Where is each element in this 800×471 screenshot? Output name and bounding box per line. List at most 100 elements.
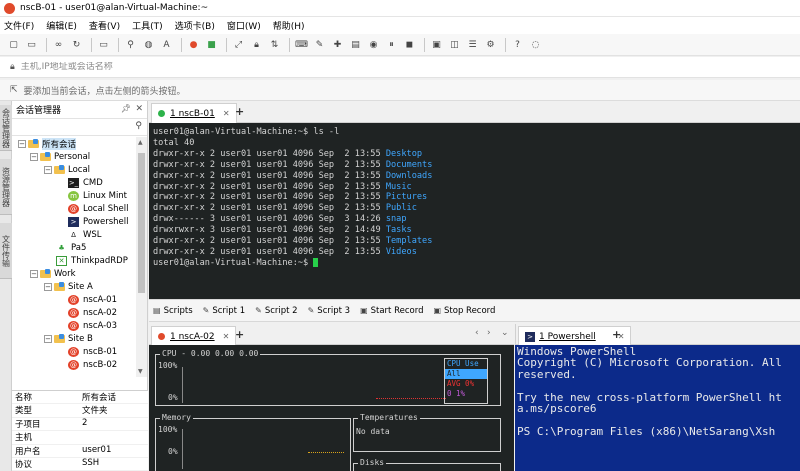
button-label: Scripts — [163, 305, 193, 316]
host-address-input[interactable] — [20, 62, 621, 72]
lock-icon[interactable]: 🔒︎ — [249, 37, 264, 52]
pin-icon[interactable]: 📌︎ — [121, 104, 131, 113]
refresh-icon[interactable]: ↻ — [69, 37, 84, 52]
collapse-icon[interactable]: − — [44, 334, 52, 343]
close-tab-icon[interactable]: ✕ — [223, 109, 230, 118]
tab-nscb-01[interactable]: 1 nscB-01 ✕ — [151, 103, 237, 123]
collapse-icon[interactable]: − — [44, 282, 52, 291]
script-icon: ▤ — [153, 306, 161, 315]
script-1-button[interactable]: ✎ Script 1 — [203, 306, 245, 316]
list-icon[interactable]: ☰ — [465, 37, 480, 52]
scripts-button[interactable]: ▤ Scripts — [153, 306, 193, 316]
xftp-icon[interactable]: ■ — [204, 37, 219, 52]
record-icon[interactable]: ◉ — [366, 37, 381, 52]
globe-icon[interactable]: ◍ — [141, 37, 156, 52]
collapse-icon[interactable]: − — [18, 139, 26, 148]
tree-item-local-shell[interactable]: @ Local Shell — [12, 202, 136, 215]
settings-icon[interactable]: ⚙ — [483, 37, 498, 52]
xshell-icon[interactable]: ● — [186, 37, 201, 52]
tree-item-cmd[interactable]: >_ CMD — [12, 176, 136, 189]
new-session-icon[interactable]: ▢ — [6, 37, 21, 52]
screen-icon[interactable]: ▭ — [96, 37, 111, 52]
script-3-button[interactable]: ✎ Script 3 — [308, 306, 350, 316]
stop-icon[interactable]: ◼ — [402, 37, 417, 52]
script-2-button[interactable]: ✎ Script 2 — [255, 306, 297, 316]
add-session-icon[interactable]: ⇱ — [10, 85, 18, 95]
property-key: 主机 — [15, 433, 33, 444]
transfer-icon[interactable]: ⇅ — [267, 37, 282, 52]
collapse-icon[interactable]: − — [30, 152, 38, 161]
close-tab-icon[interactable]: ✕ — [223, 332, 230, 341]
tree-item-linux-mint[interactable]: m Linux Mint — [12, 189, 136, 202]
tree-scrollbar[interactable]: ▲ ▼ — [136, 137, 147, 377]
font-icon[interactable]: A — [159, 37, 174, 52]
tree-item-work[interactable]: − Work — [12, 267, 136, 280]
menu-help[interactable]: 帮助(H) — [273, 19, 305, 32]
folder-icon — [54, 281, 65, 291]
scroll-down-icon[interactable]: ▼ — [138, 368, 143, 375]
sidetab-file-transfer[interactable]: 文件传输 — [0, 223, 12, 279]
sidetab-session-manager[interactable]: 会话管理器 — [0, 105, 12, 151]
scrollbar-thumb[interactable] — [138, 153, 145, 293]
search-icon[interactable]: ⚲ — [135, 121, 142, 131]
script-icon[interactable]: ▤ — [348, 37, 363, 52]
scroll-up-icon[interactable]: ▲ — [138, 139, 143, 146]
menu-window[interactable]: 窗口(W) — [227, 19, 261, 32]
new-tab-icon[interactable]: + — [612, 328, 621, 341]
tree-item-nsca-03[interactable]: @ nscA-03 — [12, 319, 136, 332]
about-icon[interactable]: ◌ — [528, 37, 543, 52]
find-icon[interactable]: ⚲ — [123, 37, 138, 52]
tree-label: 所有会话 — [42, 137, 77, 150]
tree-item-local[interactable]: − Local — [12, 163, 136, 176]
open-folder-icon[interactable]: ▭ — [24, 37, 39, 52]
collapse-icon[interactable]: − — [44, 165, 52, 174]
chevron-right-icon[interactable]: › — [487, 328, 491, 338]
split-icon[interactable]: ◫ — [447, 37, 462, 52]
info-text: 要添加当前会话，点击左侧的箭头按钮。 — [23, 86, 186, 97]
new-tab-icon[interactable]: + — [235, 105, 244, 118]
menu-file[interactable]: 文件(F) — [4, 19, 34, 32]
stop-record-button[interactable]: ▣ Stop Record — [433, 306, 495, 316]
close-icon[interactable]: ✕ — [135, 104, 143, 114]
tree-item-pa5[interactable]: ♣ Pa5 — [12, 241, 136, 254]
menu-view[interactable]: 查看(V) — [89, 19, 120, 32]
menu-tools[interactable]: 工具(T) — [132, 19, 163, 32]
link-icon[interactable]: ∞ — [51, 37, 66, 52]
tree-item-personal[interactable]: − Personal — [12, 150, 136, 163]
quick-command-icon[interactable]: ✚ — [330, 37, 345, 52]
tree-item-nsca-02[interactable]: @ nscA-02 — [12, 306, 136, 319]
tree-item-site-b[interactable]: − Site B — [12, 332, 136, 345]
tree-item-nscb-02[interactable]: @ nscB-02 — [12, 358, 136, 371]
fullscreen-icon[interactable]: ⤢ — [231, 37, 246, 52]
tree-item-site-a[interactable]: − Site A — [12, 280, 136, 293]
entry-meta: drwxr-xr-x 2 user01 user01 4096 Sep 2 13… — [153, 181, 386, 192]
temperatures-box: Temperatures No data — [353, 413, 501, 452]
layout-icon[interactable]: ▣ — [429, 37, 444, 52]
tab-nsca-02[interactable]: 1 nscA-02 ✕ — [151, 326, 237, 346]
keyboard-icon[interactable]: ⌨ — [294, 37, 309, 52]
tree-item-nsca-01[interactable]: @ nscA-01 — [12, 293, 136, 306]
collapse-icon[interactable]: − — [30, 269, 38, 278]
tree-item-powershell[interactable]: > Powershell — [12, 215, 136, 228]
menu-edit[interactable]: 编辑(E) — [46, 19, 77, 32]
sidetab-explorer[interactable]: 资源管理器 — [0, 159, 12, 215]
tree-item-all-sessions[interactable]: − 所有会话 — [12, 137, 136, 150]
chevron-left-icon[interactable]: ‹ — [475, 328, 479, 338]
chevron-down-icon[interactable]: ⌄ — [501, 328, 509, 338]
terminal-monitor[interactable]: CPU - 0.00 0.00 0.00 100% 0% CPU Use All… — [149, 345, 514, 471]
session-search[interactable]: ⚲ — [12, 119, 147, 136]
toolbar-divider — [289, 37, 290, 52]
tree-item-wsl[interactable]: Δ WSL — [12, 228, 136, 241]
compose-icon[interactable]: ✎ — [312, 37, 327, 52]
property-key: 名称 — [15, 393, 33, 403]
menu-tab[interactable]: 选项卡(B) — [175, 19, 215, 32]
pause-icon[interactable]: ⏸ — [384, 37, 399, 52]
start-record-button[interactable]: ▣ Start Record — [360, 306, 423, 316]
help-icon[interactable]: ? — [510, 37, 525, 52]
terminal-top[interactable]: user01@alan-Virtual-Machine:~$ ls -l tot… — [149, 123, 800, 299]
tree-item-nscb-01[interactable]: @ nscB-01 — [12, 345, 136, 358]
terminal-powershell[interactable]: Windows PowerShell Copyright (C) Microso… — [515, 345, 800, 471]
entry-meta: drwxr-xr-x 2 user01 user01 4096 Sep 2 13… — [153, 148, 386, 159]
tree-item-thinkpadrdp[interactable]: ✕ ThinkpadRDP — [12, 254, 136, 267]
new-tab-icon[interactable]: + — [235, 328, 244, 341]
